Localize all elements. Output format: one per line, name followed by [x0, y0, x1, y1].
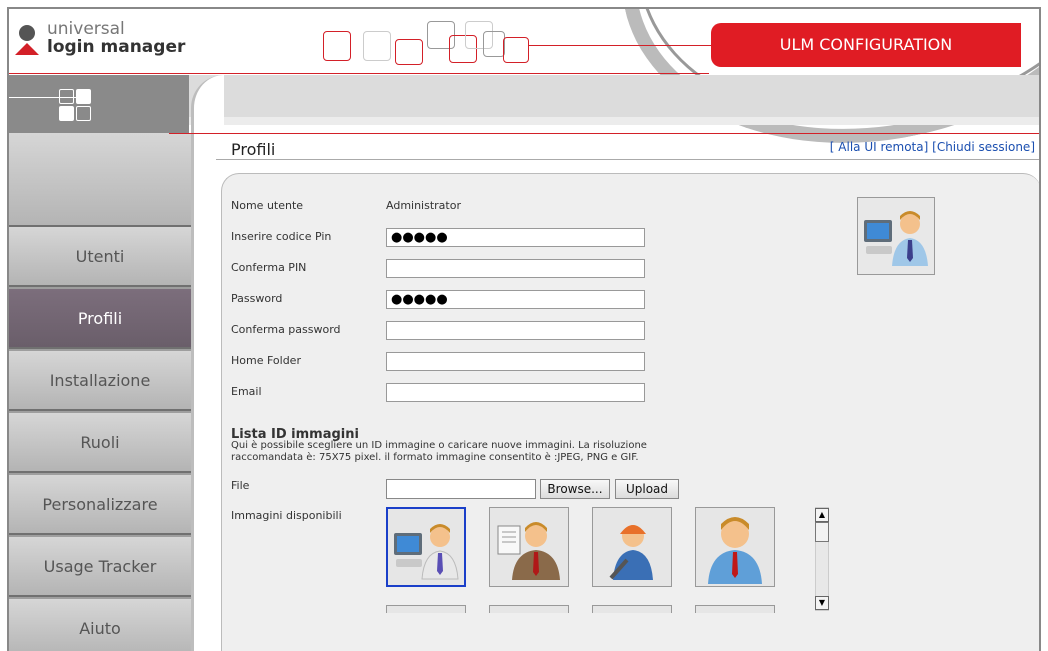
available-images-label: Immagini disponibili: [231, 509, 342, 522]
password-confirm-label: Conferma password: [231, 323, 341, 336]
pin-confirm-input[interactable]: [386, 259, 645, 278]
current-profile-image: [857, 197, 935, 275]
home-folder-input[interactable]: [386, 352, 645, 371]
sidebar-item-profili[interactable]: Profili: [9, 289, 191, 349]
password-confirm-input[interactable]: [386, 321, 645, 340]
browse-button[interactable]: Browse...: [540, 479, 610, 499]
app-frame: universal login manager ULM CONFIGURATIO…: [7, 7, 1041, 651]
sidebar-item-installazione[interactable]: Installazione: [9, 351, 191, 411]
sidebar-item-personalizzare[interactable]: Personalizzare: [9, 475, 191, 535]
logo-text-universal: universal: [47, 19, 125, 39]
thumbnail-worker-user[interactable]: [592, 507, 672, 587]
ulm-configuration-banner: ULM CONFIGURATION: [711, 23, 1021, 67]
image-list-description: Qui è possibile scegliere un ID immagine…: [231, 440, 647, 463]
thumbnail-row2-2[interactable]: [489, 605, 569, 613]
thumbnail-row2-4[interactable]: [695, 605, 775, 613]
email-label: Email: [231, 385, 262, 398]
worker-user-icon: [609, 525, 653, 580]
thumbnails-scrollbar[interactable]: ▲ ▼: [815, 507, 829, 611]
header-links: [ Alla UI remota] [Chiudi sessione]: [830, 140, 1035, 154]
home-folder-label: Home Folder: [231, 354, 301, 367]
title-divider: [216, 159, 1039, 160]
header-red-line: [529, 45, 719, 46]
sidebar-curve: [191, 75, 224, 651]
upload-button[interactable]: Upload: [615, 479, 679, 499]
sidebar-item-usage-tracker[interactable]: Usage Tracker: [9, 537, 191, 597]
thumbnail-row2-3[interactable]: [592, 605, 672, 613]
password-label: Password: [231, 292, 283, 305]
page-title: Profili: [231, 140, 276, 159]
grid-icon: [59, 89, 93, 123]
content-red-line: [169, 133, 1039, 134]
logo-text-login-manager: login manager: [47, 37, 186, 57]
sidebar-item-ruoli[interactable]: Ruoli: [9, 413, 191, 473]
thumbnail-row2-1[interactable]: [386, 605, 466, 613]
username-label: Nome utente: [231, 199, 304, 212]
file-label: File: [231, 479, 250, 492]
computer-user-icon: [864, 211, 928, 266]
remote-ui-link[interactable]: [ Alla UI remota]: [830, 140, 929, 154]
computer-user-icon: [394, 524, 459, 580]
scroll-up-button[interactable]: ▲: [815, 508, 829, 522]
password-input[interactable]: ●●●●●: [386, 290, 645, 309]
thumbnail-business-user[interactable]: [695, 507, 775, 587]
close-session-link[interactable]: [Chiudi sessione]: [932, 140, 1035, 154]
file-input[interactable]: [386, 479, 536, 499]
sidebar-top-blank: [9, 133, 191, 227]
logo-head-icon: [19, 25, 35, 41]
pin-label: Inserire codice Pin: [231, 230, 332, 243]
pin-confirm-label: Conferma PIN: [231, 261, 307, 274]
logo-body-icon: [15, 43, 39, 55]
thumbnail-computer-user[interactable]: [386, 507, 466, 587]
sub-header-left: [9, 75, 189, 133]
scroll-down-button[interactable]: ▼: [815, 596, 829, 610]
thumbnail-document-user[interactable]: [489, 507, 569, 587]
username-value: Administrator: [386, 199, 461, 212]
header-divider: [9, 73, 709, 74]
pin-input[interactable]: ●●●●●: [386, 228, 645, 247]
scroll-thumb[interactable]: [815, 522, 829, 542]
business-user-icon: [708, 517, 762, 584]
sub-header-highlight: [189, 117, 1039, 125]
sidebar-item-utenti[interactable]: Utenti: [9, 227, 191, 287]
document-user-icon: [497, 522, 560, 580]
sidebar-item-aiuto[interactable]: Aiuto: [9, 599, 191, 651]
email-input[interactable]: [386, 383, 645, 402]
